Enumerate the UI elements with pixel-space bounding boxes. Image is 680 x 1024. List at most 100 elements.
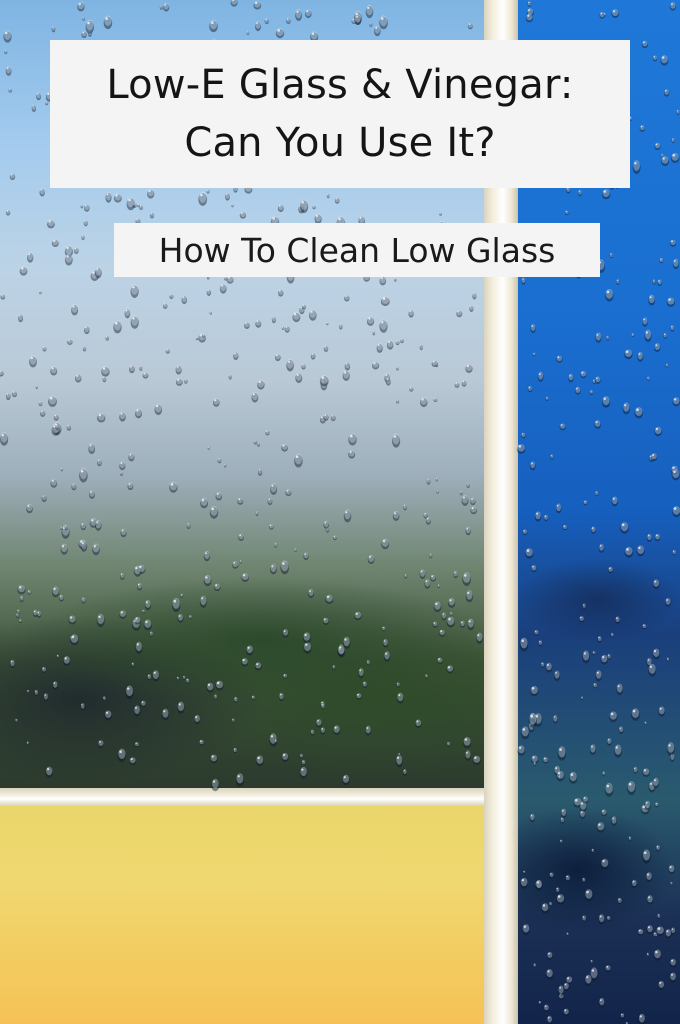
raindrop [334, 197, 340, 204]
raindrop [627, 781, 636, 796]
raindrop [97, 740, 104, 748]
raindrop [644, 721, 647, 726]
raindrop [552, 715, 558, 724]
raindrop [591, 848, 595, 853]
raindrop [137, 582, 143, 591]
raindrop [119, 411, 126, 422]
raindrop [595, 376, 601, 384]
raindrop [325, 594, 334, 604]
raindrop [134, 616, 142, 625]
raindrop [45, 101, 49, 106]
raindrop [560, 808, 567, 819]
raindrop [456, 309, 463, 318]
raindrop [467, 618, 475, 631]
raindrop [303, 642, 312, 654]
raindrop [566, 932, 569, 937]
raindrop [558, 985, 565, 996]
raindrop [598, 914, 605, 925]
raindrop [342, 370, 350, 381]
raindrop [537, 371, 544, 382]
raindrop [641, 40, 649, 49]
raindrop [128, 452, 135, 462]
raindrop [598, 543, 605, 553]
raindrop [379, 15, 388, 30]
raindrop [470, 506, 478, 515]
raindrop [265, 430, 270, 436]
raindrop [323, 345, 329, 352]
raindrop [274, 353, 281, 362]
raindrop [582, 877, 586, 883]
raindrop [615, 616, 621, 624]
raindrop [177, 701, 185, 714]
raindrop [616, 683, 624, 696]
raindrop [175, 364, 182, 375]
raindrop [638, 1013, 646, 1024]
raindrop [645, 872, 653, 883]
raindrop [215, 492, 223, 501]
raindrop [652, 279, 656, 285]
raindrop [616, 279, 620, 285]
raindrop [644, 800, 651, 811]
raindrop [620, 522, 629, 534]
raindrop [320, 727, 326, 735]
raindrop [231, 203, 234, 208]
raindrop [356, 693, 362, 700]
raindrop [271, 316, 276, 324]
raindrop [521, 432, 526, 439]
raindrop [608, 566, 614, 574]
raindrop [125, 685, 134, 700]
raindrop [27, 251, 34, 263]
raindrop [606, 335, 610, 341]
raindrop [326, 193, 330, 199]
raindrop [274, 542, 278, 548]
raindrop [476, 632, 483, 644]
raindrop [594, 491, 599, 497]
raindrop [611, 816, 617, 826]
raindrop [140, 700, 147, 708]
raindrop [467, 22, 473, 30]
raindrop [614, 744, 622, 758]
raindrop [465, 526, 471, 536]
raindrop [660, 55, 669, 66]
raindrop [113, 193, 122, 203]
raindrop [521, 277, 526, 285]
raindrop [589, 744, 597, 755]
subtitle: How To Clean Low Glass [158, 230, 556, 270]
raindrop [601, 809, 607, 817]
raindrop [582, 796, 589, 804]
raindrop [342, 774, 350, 786]
raindrop [636, 545, 645, 557]
raindrop [453, 570, 459, 579]
raindrop [469, 305, 474, 312]
raindrop [129, 757, 137, 765]
raindrop [199, 739, 205, 746]
raindrop [644, 329, 652, 342]
raindrop [398, 753, 401, 756]
raindrop [339, 323, 343, 330]
raindrop [446, 665, 454, 674]
raindrop [521, 726, 530, 740]
raindrop [19, 266, 28, 276]
raindrop [51, 239, 59, 247]
raindrop [549, 902, 553, 907]
raindrop [83, 219, 88, 227]
raindrop [275, 28, 285, 39]
raindrop [652, 579, 660, 590]
title-line-1: Low-E Glass & Vinegar: [106, 62, 574, 108]
raindrop [255, 21, 261, 32]
raindrop [545, 662, 553, 673]
raindrop [582, 650, 590, 664]
raindrop [655, 926, 665, 936]
raindrop [27, 689, 30, 694]
raindrop [342, 636, 351, 650]
raindrop [333, 725, 341, 735]
raindrop [149, 212, 155, 219]
raindrop [97, 413, 106, 423]
raindrop [381, 538, 390, 550]
raindrop [639, 125, 645, 132]
raindrop [429, 553, 433, 559]
raindrop [565, 875, 571, 882]
raindrop [225, 192, 230, 201]
raindrop [555, 503, 562, 514]
raindrop [624, 547, 634, 558]
